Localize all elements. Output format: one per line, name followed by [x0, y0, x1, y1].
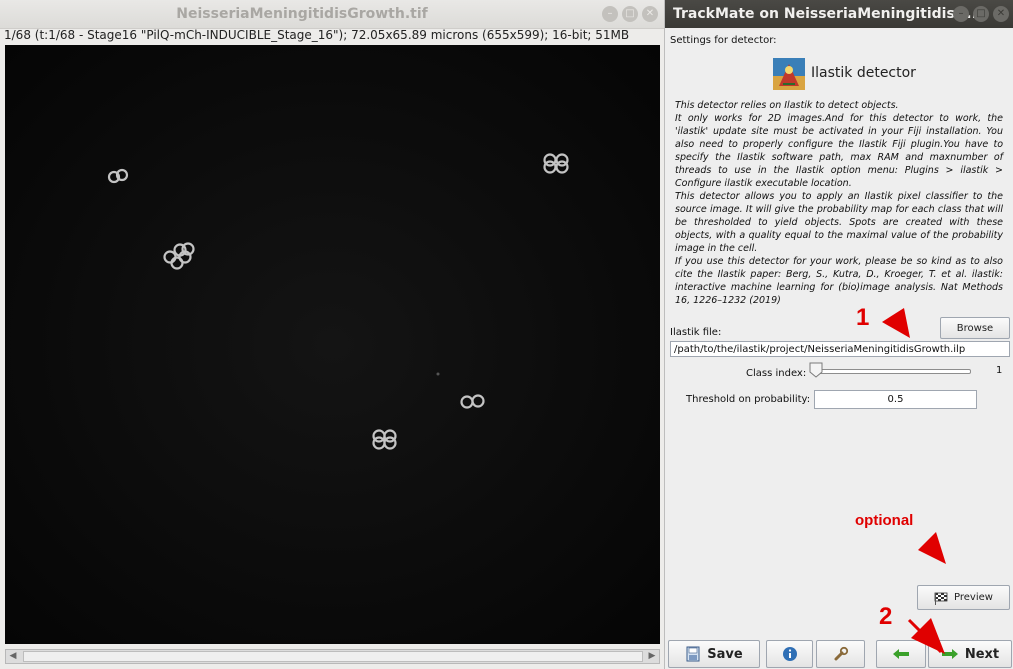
image-canvas[interactable] [5, 45, 660, 644]
detector-title: Ilastik detector [811, 65, 916, 81]
maximize-icon[interactable]: □ [973, 6, 989, 22]
image-window: NeisseriaMeningitidisGrowth.tif – □ ✕ 1/… [0, 0, 664, 669]
description-line: This detector relies on Ilastik to detec… [675, 100, 899, 111]
annotation-step-2: 2 [879, 603, 893, 630]
description-line: It only works for 2D images.And for this… [675, 113, 1003, 189]
checkered-flag-icon [934, 592, 948, 605]
info-button[interactable] [766, 640, 813, 668]
trackmate-window: TrackMate on NeisseriaMeningitidisG... –… [664, 0, 1013, 669]
threshold-label: Threshold on probability: [686, 394, 811, 405]
wrench-icon [834, 646, 848, 661]
scroll-left-icon[interactable]: ◀ [6, 650, 20, 663]
annotation-arrow-optional-icon [918, 532, 946, 564]
preview-button-label: Preview [954, 592, 993, 603]
ilastik-file-label: Ilastik file: [670, 327, 722, 338]
horizontal-scrollbar[interactable]: ◀ ▶ [5, 649, 660, 664]
close-icon[interactable]: ✕ [993, 6, 1009, 22]
minimize-icon[interactable]: – [953, 6, 969, 22]
scrollbar-thumb[interactable] [23, 651, 643, 662]
info-icon [782, 647, 797, 661]
preview-button[interactable]: Preview [917, 585, 1010, 610]
trackmate-title: TrackMate on NeisseriaMeningitidisG... [673, 6, 983, 22]
image-window-title: NeisseriaMeningitidisGrowth.tif [176, 6, 428, 22]
browse-button[interactable]: Browse [940, 317, 1010, 339]
save-icon [686, 646, 700, 662]
scroll-right-icon[interactable]: ▶ [645, 650, 659, 663]
close-icon[interactable]: ✕ [642, 6, 658, 22]
save-button-label: Save [707, 646, 743, 662]
save-button[interactable]: Save [668, 640, 760, 668]
next-button-label: Next [964, 646, 1000, 662]
image-info-bar: 1/68 (t:1/68 - Stage16 "PilQ-mCh-INDUCIB… [4, 28, 630, 42]
browse-button-label: Browse [956, 322, 994, 334]
settings-button[interactable] [816, 640, 865, 668]
minimize-icon[interactable]: – [602, 6, 618, 22]
slider-handle-icon[interactable] [809, 362, 823, 378]
class-index-slider[interactable] [817, 369, 971, 374]
class-index-label: Class index: [746, 368, 807, 379]
annotation-optional: optional [855, 512, 914, 529]
detector-description: This detector relies on Ilastik to detec… [675, 99, 1003, 307]
maximize-icon[interactable]: □ [622, 6, 638, 22]
bacteria-image [5, 45, 660, 644]
ilastik-file-field[interactable]: /path/to/the/ilastik/project/NeisseriaMe… [670, 341, 1010, 357]
annotation-arrow-1-icon [882, 308, 910, 338]
annotation-arrow-2-icon [907, 618, 945, 654]
class-index-value: 1 [996, 365, 1003, 376]
description-line: This detector allows you to apply an Ila… [675, 191, 1003, 254]
ilastik-logo-icon [773, 58, 805, 90]
annotation-step-1: 1 [856, 304, 870, 331]
image-window-titlebar[interactable]: NeisseriaMeningitidisGrowth.tif – □ ✕ [0, 0, 664, 29]
threshold-input[interactable]: 0.5 [814, 390, 977, 409]
description-line: If you use this detector for your work, … [675, 256, 1003, 306]
trackmate-titlebar[interactable]: TrackMate on NeisseriaMeningitidisG... –… [665, 0, 1013, 28]
settings-label: Settings for detector: [670, 35, 777, 46]
